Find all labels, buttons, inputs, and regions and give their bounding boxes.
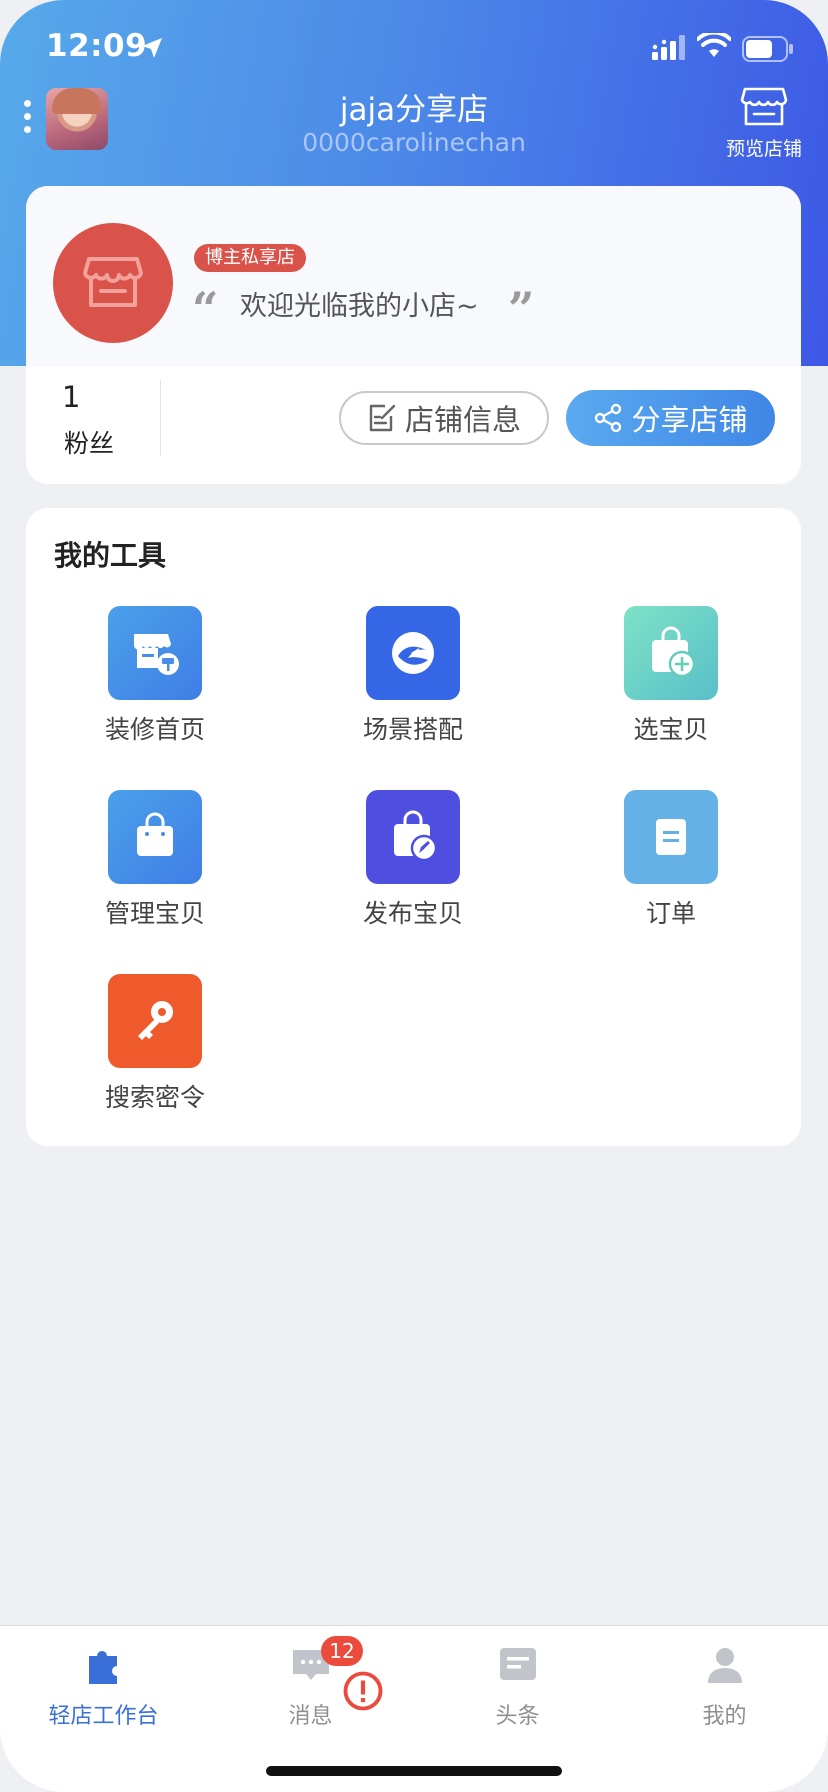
tool-search-code[interactable]: 搜索密令	[45, 974, 265, 1114]
person-icon	[707, 1648, 742, 1683]
tool-select-items[interactable]: 选宝贝	[561, 606, 781, 746]
tab-profile[interactable]: 我的	[621, 1644, 828, 1730]
alert-icon	[343, 1671, 383, 1711]
phone-screen: 12:09 jaja分享店 0000carolinechan 预览店铺 博主私享…	[0, 0, 828, 1792]
message-count-badge: 12	[321, 1636, 363, 1666]
bag-add-icon	[624, 606, 718, 700]
tab-label: 轻店工作台	[48, 1704, 159, 1729]
tools-card: 我的工具 装修首页 场景搭配 选宝贝 管理宝贝 发布宝贝 订单 搜索密令	[26, 508, 801, 1146]
tool-label: 装修首页	[104, 715, 205, 744]
quote-open-icon: “	[192, 282, 219, 336]
tool-label: 场景搭配	[362, 715, 463, 744]
quote-close-icon: ”	[508, 282, 535, 336]
welcome-message: 欢迎光临我的小店~	[240, 291, 479, 322]
shop-type-badge: 博主私享店	[194, 244, 306, 272]
fans-count[interactable]: 1	[62, 380, 80, 414]
tool-label: 选宝贝	[633, 715, 709, 744]
shop-title: jaja分享店	[339, 92, 489, 128]
shop-info-label: 店铺信息	[404, 403, 521, 437]
scene-match-icon	[366, 606, 460, 700]
battery-icon	[742, 36, 793, 62]
storefront-icon	[740, 87, 788, 126]
store-decorate-icon	[108, 606, 202, 700]
shop-info-button[interactable]: 店铺信息	[339, 391, 549, 445]
edit-note-icon	[369, 404, 396, 432]
tool-label: 管理宝贝	[104, 899, 205, 928]
storefront-icon	[83, 257, 143, 307]
tool-label: 发布宝贝	[362, 899, 463, 928]
location-arrow-icon	[142, 38, 162, 58]
tab-workbench[interactable]: 轻店工作台	[0, 1644, 207, 1730]
home-indicator[interactable]	[266, 1766, 562, 1776]
shopping-bag-icon	[108, 790, 202, 884]
tool-label: 订单	[645, 899, 696, 928]
tab-messages[interactable]: 12 消息	[207, 1636, 414, 1730]
share-store-button[interactable]: 分享店铺	[566, 390, 775, 446]
shop-username: 0000carolinechan	[302, 128, 526, 157]
tool-scene-match[interactable]: 场景搭配	[303, 606, 523, 746]
share-store-label: 分享店铺	[631, 403, 748, 437]
tool-publish-item[interactable]: 发布宝贝	[303, 790, 523, 930]
wifi-icon	[697, 33, 731, 57]
key-icon	[108, 974, 202, 1068]
shop-logo[interactable]	[53, 223, 173, 343]
tools-title: 我的工具	[54, 539, 167, 572]
puzzle-icon	[88, 1651, 117, 1684]
tool-label: 搜索密令	[104, 1083, 205, 1112]
tab-label: 头条	[495, 1704, 540, 1729]
tab-headlines[interactable]: 头条	[414, 1644, 621, 1730]
tool-manage-items[interactable]: 管理宝贝	[45, 790, 265, 930]
preview-store-label: 预览店铺	[725, 138, 802, 160]
shop-card: 博主私享店 “ 欢迎光临我的小店~ ” 1 粉丝 店铺信息 分享店铺	[26, 186, 801, 484]
order-document-icon	[624, 790, 718, 884]
bag-edit-icon	[366, 790, 460, 884]
tool-orders[interactable]: 订单	[561, 790, 781, 930]
status-bar: 12:09	[0, 0, 828, 96]
share-icon	[595, 403, 622, 433]
preview-store-button[interactable]: 预览店铺	[716, 86, 812, 160]
tab-label: 我的	[702, 1704, 747, 1729]
tool-decorate-home[interactable]: 装修首页	[45, 606, 265, 746]
cellular-signal-icon	[652, 35, 685, 60]
divider	[160, 380, 161, 456]
fans-label[interactable]: 粉丝	[64, 424, 114, 460]
status-time: 12:09	[46, 28, 148, 64]
news-icon	[499, 1648, 536, 1680]
